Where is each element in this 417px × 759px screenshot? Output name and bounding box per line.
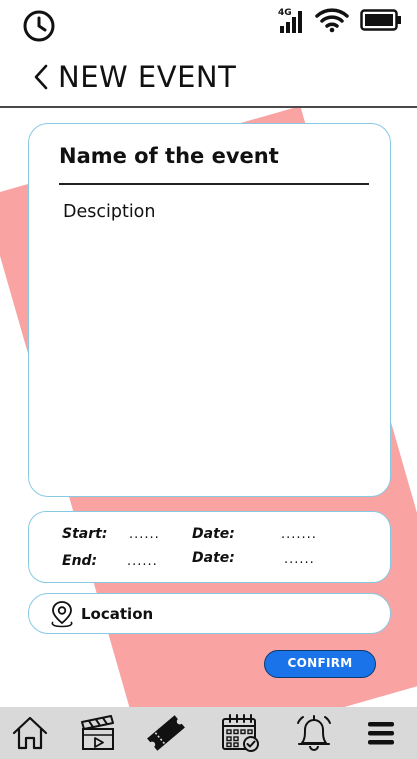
event-name-input[interactable]: Name of the event bbox=[59, 144, 279, 168]
start-time-field[interactable]: ...... bbox=[129, 527, 160, 542]
menu-icon bbox=[368, 722, 394, 745]
confirm-button[interactable]: CONFIRM bbox=[264, 650, 376, 678]
start-date-label: Date: bbox=[192, 526, 235, 542]
nav-item-notifications[interactable] bbox=[294, 713, 334, 753]
clock-icon bbox=[23, 10, 55, 42]
nav-item-calendar[interactable] bbox=[220, 713, 260, 753]
location-label: Location bbox=[81, 605, 154, 623]
end-label: End: bbox=[62, 553, 98, 569]
start-label: Start: bbox=[62, 526, 108, 542]
screen: 4G NEW EVENT Name of the event Desciptio… bbox=[0, 0, 417, 759]
nav-item-home[interactable] bbox=[10, 713, 50, 753]
nav-item-movies[interactable] bbox=[78, 713, 118, 753]
event-card: Name of the event Desciption bbox=[28, 123, 391, 497]
clapperboard-icon bbox=[81, 715, 114, 750]
back-button[interactable] bbox=[30, 62, 54, 92]
status-bar: 4G bbox=[0, 0, 417, 46]
page-title: NEW EVENT bbox=[58, 60, 237, 94]
battery-icon bbox=[360, 9, 401, 31]
ticket-icon bbox=[147, 715, 185, 751]
header: NEW EVENT bbox=[0, 52, 417, 108]
event-description-input[interactable]: Desciption bbox=[63, 202, 155, 222]
map-pin-icon bbox=[51, 601, 73, 628]
home-icon bbox=[12, 716, 48, 750]
bell-icon bbox=[297, 715, 331, 751]
calendar-check-icon bbox=[222, 714, 259, 752]
network-type-label: 4G bbox=[278, 8, 292, 18]
end-date-label: Date: bbox=[192, 550, 235, 566]
bottom-nav bbox=[0, 707, 417, 759]
wifi-icon bbox=[315, 8, 349, 33]
back-chevron-icon bbox=[34, 64, 48, 90]
nav-item-menu[interactable] bbox=[362, 713, 402, 753]
signal-icon: 4G bbox=[278, 8, 302, 33]
location-field[interactable]: Location bbox=[28, 593, 391, 634]
event-name-divider bbox=[59, 183, 369, 185]
end-date-field[interactable]: ...... bbox=[284, 552, 315, 567]
start-date-field[interactable]: ....... bbox=[281, 527, 317, 542]
end-time-field[interactable]: ...... bbox=[127, 554, 158, 569]
nav-item-tickets[interactable] bbox=[146, 713, 186, 753]
time-card: Start: ...... Date: ....... End: ...... … bbox=[28, 511, 391, 583]
